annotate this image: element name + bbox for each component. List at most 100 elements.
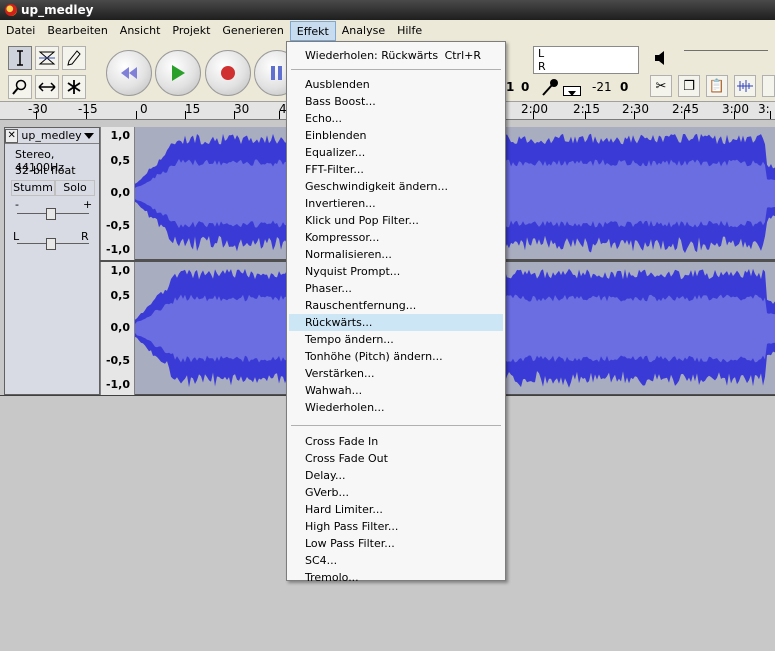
close-track-icon[interactable]: ✕ <box>5 128 19 143</box>
scale-label: 0,5 <box>110 154 131 167</box>
effect-menu-item[interactable]: Low Pass Filter... <box>289 535 503 552</box>
right-channel-scale: 1,0 0,5 0,0 -0,5 -1,0 <box>100 262 135 395</box>
menu-generieren[interactable]: Generieren <box>216 21 289 41</box>
ruler-tick-label: 3: <box>758 102 770 116</box>
zoom-tool-icon[interactable] <box>8 75 32 99</box>
meter-right-label: R <box>538 60 546 73</box>
effekt-dropdown-menu: Wiederholen: Rückwärts Ctrl+R Ausblenden… <box>286 41 506 584</box>
effect-menu-item[interactable]: Normalisieren... <box>289 246 503 263</box>
paste-icon[interactable]: 📋 <box>706 75 728 97</box>
ruler-tick-mark <box>770 111 771 119</box>
volume-slider[interactable] <box>684 50 768 70</box>
effect-menu-item[interactable]: Cross Fade In <box>289 433 503 450</box>
cut-icon[interactable]: ✂ <box>650 75 672 97</box>
menu-hilfe[interactable]: Hilfe <box>391 21 428 41</box>
effect-menu-item[interactable]: Wiederholen... <box>289 399 503 416</box>
menu-projekt[interactable]: Projekt <box>166 21 216 41</box>
effect-menu-item[interactable]: Tremolo... <box>289 569 503 586</box>
copy-icon[interactable]: ❐ <box>678 75 700 97</box>
mute-button[interactable]: Stumm <box>11 180 55 196</box>
menu-bar: Datei Bearbeiten Ansicht Projekt Generie… <box>0 20 775 42</box>
ruler-tick-mark <box>36 111 37 119</box>
effect-menu-item[interactable]: Invertieren... <box>289 195 503 212</box>
scale-label: -1,0 <box>105 378 130 391</box>
vu-meter[interactable]: L R <box>533 46 639 74</box>
menu-ansicht[interactable]: Ansicht <box>114 21 167 41</box>
ruler-tick-mark <box>533 111 534 119</box>
effect-menu-item[interactable]: Rauschentfernung... <box>289 297 503 314</box>
record-button[interactable] <box>205 50 251 96</box>
effect-menu-item[interactable]: GVerb... <box>289 484 503 501</box>
scale-label: -1,0 <box>105 243 130 256</box>
effect-menu-item[interactable]: Ausblenden <box>289 76 503 93</box>
chevron-down-icon <box>568 91 576 96</box>
ruler-tick-mark <box>86 111 87 119</box>
meter-readout-3: -21 <box>592 80 612 94</box>
pan-slider-thumb[interactable] <box>46 238 56 250</box>
selection-tool-icon[interactable] <box>8 46 32 70</box>
draw-tool-icon[interactable] <box>62 46 86 70</box>
effect-menu-item[interactable]: Klick und Pop Filter... <box>289 212 503 229</box>
record-icon <box>221 66 235 80</box>
ruler-tick-mark <box>585 111 586 119</box>
track-bitdepth: 32-bit float <box>15 164 76 177</box>
menu-item-repeat-last[interactable]: Wiederholen: Rückwärts Ctrl+R <box>289 47 503 64</box>
pause-icon <box>271 66 282 80</box>
skip-start-button[interactable] <box>106 50 152 96</box>
effect-menu-item[interactable]: Geschwindigkeit ändern... <box>289 178 503 195</box>
effect-menu-item[interactable]: FFT-Filter... <box>289 161 503 178</box>
ruler-tick-label: 2:00 <box>521 102 548 116</box>
effect-menu-item[interactable]: Delay... <box>289 467 503 484</box>
ruler-tick-label: 2:30 <box>622 102 649 116</box>
effect-menu-item[interactable]: Nyquist Prompt... <box>289 263 503 280</box>
input-source-dropdown[interactable] <box>563 86 581 96</box>
track-control-panel: ✕ up_medley Stereo, 44100Hz 32-bit float… <box>4 127 100 395</box>
silence-icon[interactable] <box>762 75 775 97</box>
effect-menu-item[interactable]: Phaser... <box>289 280 503 297</box>
effect-menu-item[interactable]: SC4... <box>289 552 503 569</box>
menu-bearbeiten[interactable]: Bearbeiten <box>41 21 113 41</box>
solo-button[interactable]: Solo <box>55 180 95 196</box>
effect-menu-item[interactable]: Kompressor... <box>289 229 503 246</box>
effect-menu-item[interactable]: Equalizer... <box>289 144 503 161</box>
scale-label: -0,5 <box>105 354 130 367</box>
window-title: up_medley <box>21 3 94 17</box>
effect-menu-item[interactable]: Hard Limiter... <box>289 501 503 518</box>
effect-menu-item[interactable]: Wahwah... <box>289 382 503 399</box>
gain-slider-thumb[interactable] <box>46 208 56 220</box>
effect-menu-item[interactable]: Tempo ändern... <box>289 331 503 348</box>
meter-readout-1: 1 <box>506 80 515 94</box>
ruler-tick-label: 2:15 <box>573 102 600 116</box>
effect-menu-item[interactable]: Rückwärts... <box>289 314 503 331</box>
menu-analyse[interactable]: Analyse <box>336 21 391 41</box>
speaker-volume-icon <box>654 50 670 66</box>
menu-effekt[interactable]: Effekt <box>289 21 336 41</box>
repeat-last-shortcut: Ctrl+R <box>444 49 481 62</box>
menu-datei[interactable]: Datei <box>0 21 41 41</box>
effect-menu-item[interactable]: Cross Fade Out <box>289 450 503 467</box>
trim-icon[interactable] <box>734 75 756 97</box>
play-button[interactable] <box>155 50 201 96</box>
meter-readout-2: 0 <box>521 80 530 94</box>
effect-menu-item[interactable]: Echo... <box>289 110 503 127</box>
track-name[interactable]: up_medley <box>18 129 81 142</box>
scale-label: 1,0 <box>110 129 131 142</box>
ruler-tick-mark <box>279 111 280 119</box>
ruler-tick-label: -15 <box>78 102 98 116</box>
tools-toolbar <box>8 46 96 100</box>
envelope-tool-icon[interactable] <box>35 46 59 70</box>
multi-tool-icon[interactable] <box>62 75 86 99</box>
ruler-tick-label: 0 <box>140 102 148 116</box>
effect-menu-item[interactable]: Bass Boost... <box>289 93 503 110</box>
track-menu-chevron-icon[interactable] <box>82 132 95 140</box>
ruler-tick-mark <box>136 111 137 119</box>
microphone-icon[interactable] <box>541 78 561 96</box>
menu-separator <box>291 69 501 70</box>
pan-left-label: L <box>13 230 20 243</box>
gain-minus-label: - <box>15 198 19 211</box>
timeshift-tool-icon[interactable] <box>35 75 59 99</box>
effect-menu-item[interactable]: Einblenden <box>289 127 503 144</box>
effect-menu-item[interactable]: Verstärken... <box>289 365 503 382</box>
effect-menu-item[interactable]: High Pass Filter... <box>289 518 503 535</box>
effect-menu-item[interactable]: Tonhöhe (Pitch) ändern... <box>289 348 503 365</box>
